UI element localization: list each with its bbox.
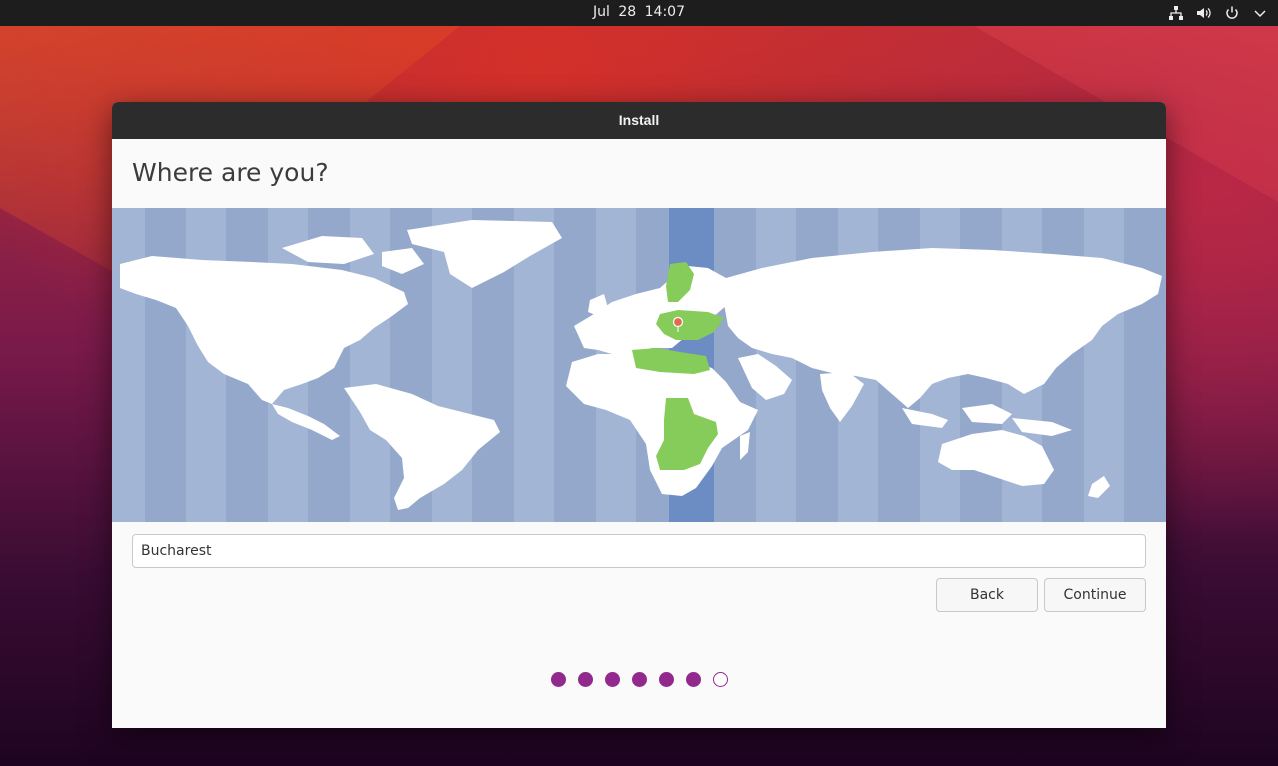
progress-dot-complete bbox=[631, 672, 647, 687]
back-button[interactable]: Back bbox=[936, 578, 1038, 612]
top-bar: Jul 28 14:07 bbox=[0, 0, 1278, 26]
timezone-map[interactable] bbox=[112, 208, 1166, 522]
progress-dot-complete bbox=[685, 672, 701, 687]
system-tray[interactable] bbox=[1168, 3, 1268, 23]
network-icon[interactable] bbox=[1168, 5, 1184, 21]
progress-dot-complete bbox=[550, 672, 566, 687]
chevron-down-icon[interactable] bbox=[1252, 5, 1268, 21]
progress-dot-current bbox=[712, 672, 728, 687]
power-icon[interactable] bbox=[1224, 5, 1240, 21]
progress-dot-complete bbox=[658, 672, 674, 687]
installer-window: Install Where are you? Bucharest Back Co… bbox=[112, 102, 1166, 728]
time-label: 14:07 bbox=[644, 4, 685, 20]
page-title: Where are you? bbox=[132, 158, 329, 187]
clock[interactable]: Jul 28 14:07 bbox=[0, 4, 1278, 20]
continue-button[interactable]: Continue bbox=[1044, 578, 1146, 612]
progress-dot-complete bbox=[604, 672, 620, 687]
date-label: Jul 28 bbox=[593, 4, 637, 20]
progress-dots bbox=[112, 672, 1166, 687]
volume-icon[interactable] bbox=[1196, 5, 1212, 21]
location-search-input[interactable] bbox=[132, 534, 1146, 568]
window-title: Install bbox=[112, 102, 1166, 139]
progress-dot-complete bbox=[577, 672, 593, 687]
